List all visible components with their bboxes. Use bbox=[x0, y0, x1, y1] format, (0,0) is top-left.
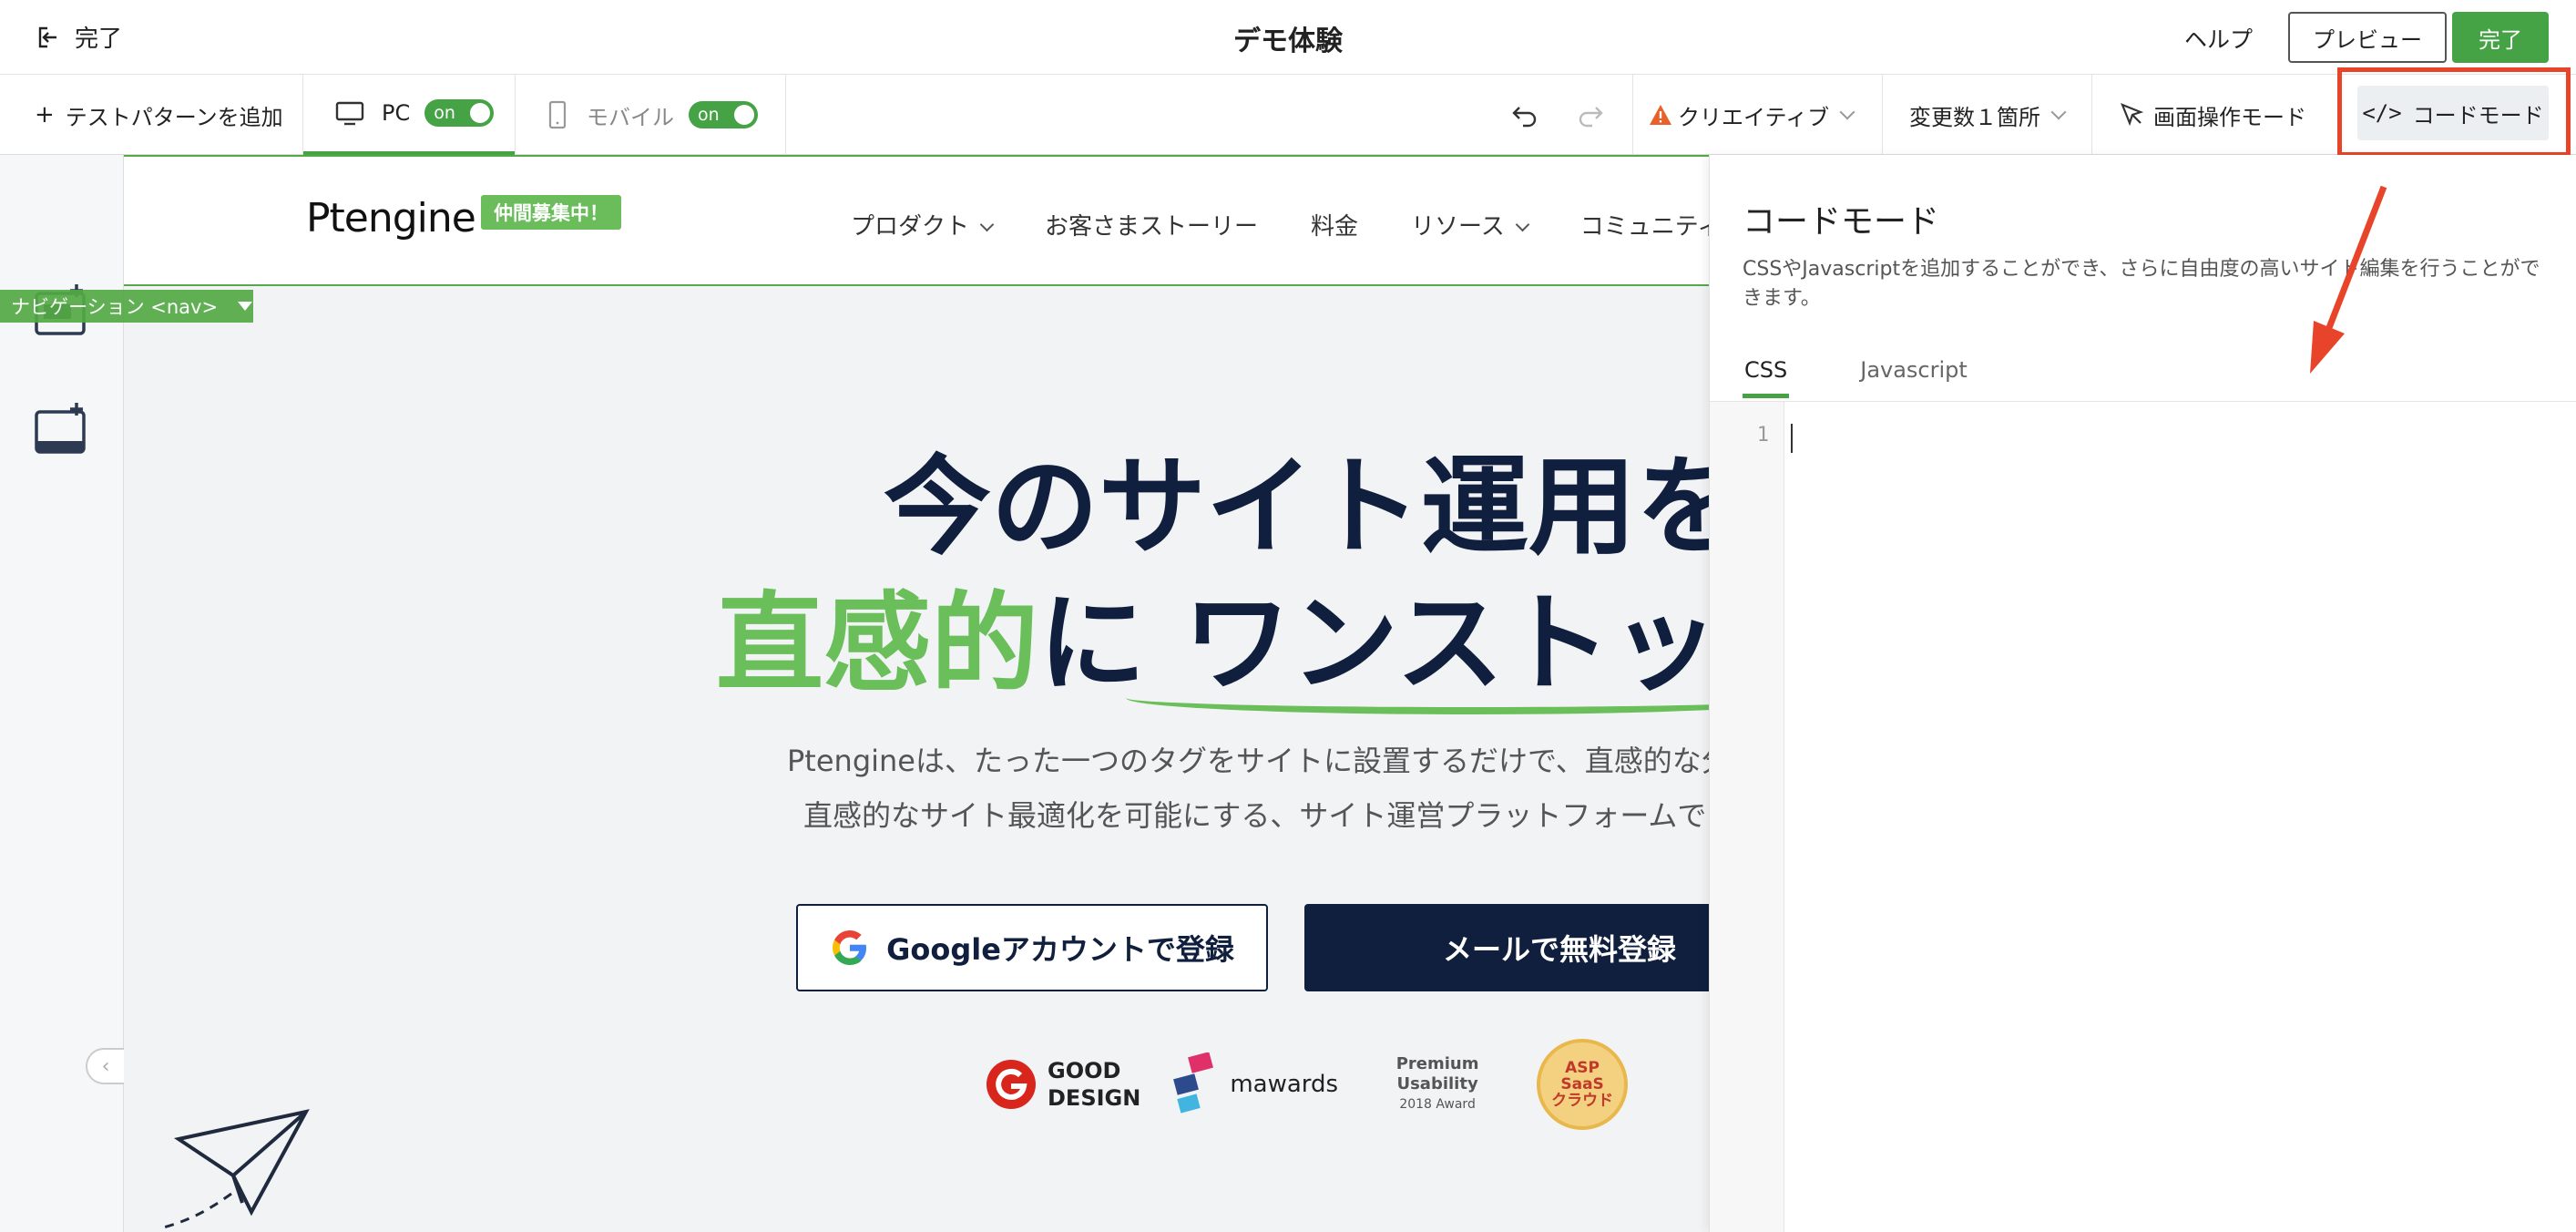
tab-css[interactable]: CSS bbox=[1743, 346, 1790, 398]
toolbar-divider bbox=[2091, 75, 2092, 155]
code-mode-panel: コードモード CSSやJavascriptを追加することができ、さらに自由度の高… bbox=[1709, 155, 2576, 1232]
google-icon bbox=[833, 930, 867, 965]
premium-usability-award: Premium Usability 2018 Award bbox=[1369, 1030, 1506, 1139]
menu-item-community[interactable]: コミュニティ bbox=[1580, 208, 1709, 241]
code-mode-button[interactable]: </> コードモード bbox=[2357, 86, 2549, 140]
exit-done-button[interactable]: 完了 bbox=[36, 20, 122, 54]
top-bar: 完了 デモ体験 ヘルプ プレビュー 完了 bbox=[0, 0, 2576, 75]
toolbar-divider bbox=[515, 75, 516, 155]
nav-element-tag[interactable]: ナビゲーション <nav> bbox=[0, 290, 253, 323]
warning-icon bbox=[1650, 105, 1671, 125]
mawards-text: mawards bbox=[1230, 1071, 1339, 1098]
nav-tag-label: ナビゲーション <nav> bbox=[11, 296, 219, 318]
variables-dropdown[interactable]: 変更数１箇所 bbox=[1909, 75, 2067, 155]
toolbar-divider bbox=[1632, 75, 1633, 155]
mawards-logo-icon bbox=[1173, 1052, 1214, 1114]
mobile-label: モバイル bbox=[587, 104, 674, 130]
hero-heading-green: 直感的 bbox=[716, 580, 1039, 706]
good-design-line1: GOOD bbox=[1048, 1058, 1121, 1083]
editor-toolbar: + テストパターンを追加 PC on モバイル on クリエイティブ 変更数１箇… bbox=[0, 75, 2576, 155]
collapse-panel-button[interactable]: ‹ bbox=[86, 1048, 124, 1084]
code-mode-label: コードモード bbox=[2412, 102, 2544, 128]
hero-lead-line2: 直感的なサイト最適化を可能にする、サイト運営プラットフォームで bbox=[803, 798, 1707, 833]
tab-javascript[interactable]: Javascript bbox=[1858, 346, 1969, 398]
hiring-badge: 仲間募集中！ bbox=[481, 195, 621, 230]
asp-line2: SaaS bbox=[1560, 1075, 1604, 1093]
good-design-line2: DESIGN bbox=[1048, 1085, 1141, 1111]
add-section-bottom-icon bbox=[35, 403, 86, 454]
site-preview: Ptengine 仲間募集中！ プロダクト お客さまストーリー 料金 リソース … bbox=[124, 155, 1709, 1232]
menu-item-pricing[interactable]: 料金 bbox=[1311, 208, 1358, 241]
toolbar-divider bbox=[785, 75, 786, 155]
premium-line2: Usability bbox=[1396, 1074, 1478, 1093]
creative-dropdown[interactable]: クリエイティブ bbox=[1649, 75, 1855, 155]
site-nav[interactable]: Ptengine 仲間募集中！ プロダクト お客さまストーリー 料金 リソース … bbox=[124, 155, 1709, 286]
undo-icon bbox=[1512, 107, 1537, 128]
add-section-bottom-button[interactable] bbox=[35, 401, 89, 459]
plus-icon: + bbox=[35, 101, 55, 128]
google-signup-button[interactable]: Googleアカウントで登録 bbox=[796, 904, 1268, 991]
mail-signup-button[interactable]: メールで無料登録 bbox=[1304, 904, 1709, 991]
redo-button[interactable] bbox=[1576, 75, 1605, 155]
asp-saas-award: ASP SaaS クラウド bbox=[1537, 1039, 1629, 1130]
mawards-award: mawards bbox=[1171, 1052, 1338, 1116]
premium-line1: Premium bbox=[1395, 1054, 1479, 1073]
add-test-pattern-label: テストパターンを追加 bbox=[65, 104, 283, 130]
exit-done-label: 完了 bbox=[75, 26, 123, 53]
code-icon: </> bbox=[2362, 100, 2402, 126]
screen-mode-label: 画面操作モード bbox=[2153, 104, 2306, 130]
undo-button[interactable] bbox=[1510, 75, 1539, 155]
code-tabs: CSS Javascript bbox=[1743, 346, 2039, 398]
redo-icon bbox=[1579, 107, 1603, 128]
hero-heading-line1: 今のサイト運用を bbox=[884, 444, 1709, 570]
done-button[interactable]: 完了 bbox=[2452, 12, 2549, 63]
css-code-editor[interactable] bbox=[1785, 402, 2576, 1232]
mobile-toggle[interactable]: on bbox=[689, 101, 758, 128]
menu-item-resources[interactable]: リソース bbox=[1411, 208, 1528, 241]
variables-label: 変更数１箇所 bbox=[1909, 104, 2040, 130]
hero-lead-line1: Ptengineは、たった一つのタグをサイトに設置するだけで、直感的な分 bbox=[787, 744, 1709, 778]
desktop-icon bbox=[335, 101, 364, 126]
site-logo: Ptengine bbox=[306, 195, 476, 241]
awards-row: GOOD DESIGN mawards Premium Usability 20… bbox=[984, 1030, 1629, 1139]
line-number: 1 bbox=[1756, 424, 1769, 447]
chevron-down-icon bbox=[1839, 104, 1855, 120]
add-test-pattern-button[interactable]: + テストパターンを追加 bbox=[35, 75, 283, 155]
premium-line3: 2018 Award bbox=[1399, 1097, 1476, 1112]
screen-mode-button[interactable]: 画面操作モード bbox=[2119, 75, 2306, 155]
tab-mobile[interactable]: モバイル on bbox=[547, 75, 758, 155]
preview-button[interactable]: プレビュー bbox=[2288, 12, 2447, 63]
good-design-logo-icon bbox=[986, 1060, 1036, 1109]
pc-label: PC bbox=[382, 100, 411, 126]
code-panel-description: CSSやJavascriptを追加することができ、さらに自由度の高いサイト編集を… bbox=[1743, 258, 2540, 310]
creative-label: クリエイティブ bbox=[1678, 104, 1830, 130]
chevron-down-icon bbox=[2050, 104, 2067, 120]
asp-line3: クラウド bbox=[1551, 1092, 1614, 1110]
code-panel-title: コードモード bbox=[1743, 203, 1940, 241]
pointer-icon bbox=[2121, 103, 2144, 127]
tab-pc[interactable]: PC on bbox=[303, 75, 515, 155]
caret-down-icon bbox=[238, 302, 253, 311]
chevron-left-icon: ‹ bbox=[101, 1054, 110, 1078]
line-number-gutter: 1 bbox=[1710, 402, 1784, 1232]
text-cursor bbox=[1791, 424, 1793, 453]
menu-item-product[interactable]: プロダクト bbox=[851, 208, 992, 241]
site-menu: プロダクト お客さまストーリー 料金 リソース コミュニティ bbox=[851, 208, 1709, 241]
menu-item-stories[interactable]: お客さまストーリー bbox=[1045, 208, 1258, 241]
help-link[interactable]: ヘルプ bbox=[2184, 22, 2253, 55]
paper-plane-illustration bbox=[159, 1109, 310, 1230]
pc-toggle[interactable]: on bbox=[424, 99, 495, 127]
mobile-icon bbox=[548, 100, 567, 129]
good-design-award: GOOD DESIGN bbox=[984, 1057, 1140, 1112]
google-signup-label: Googleアカウントで登録 bbox=[886, 932, 1234, 967]
toolbar-divider bbox=[1882, 75, 1883, 155]
exit-icon bbox=[38, 26, 56, 47]
asp-line1: ASP bbox=[1565, 1059, 1600, 1077]
